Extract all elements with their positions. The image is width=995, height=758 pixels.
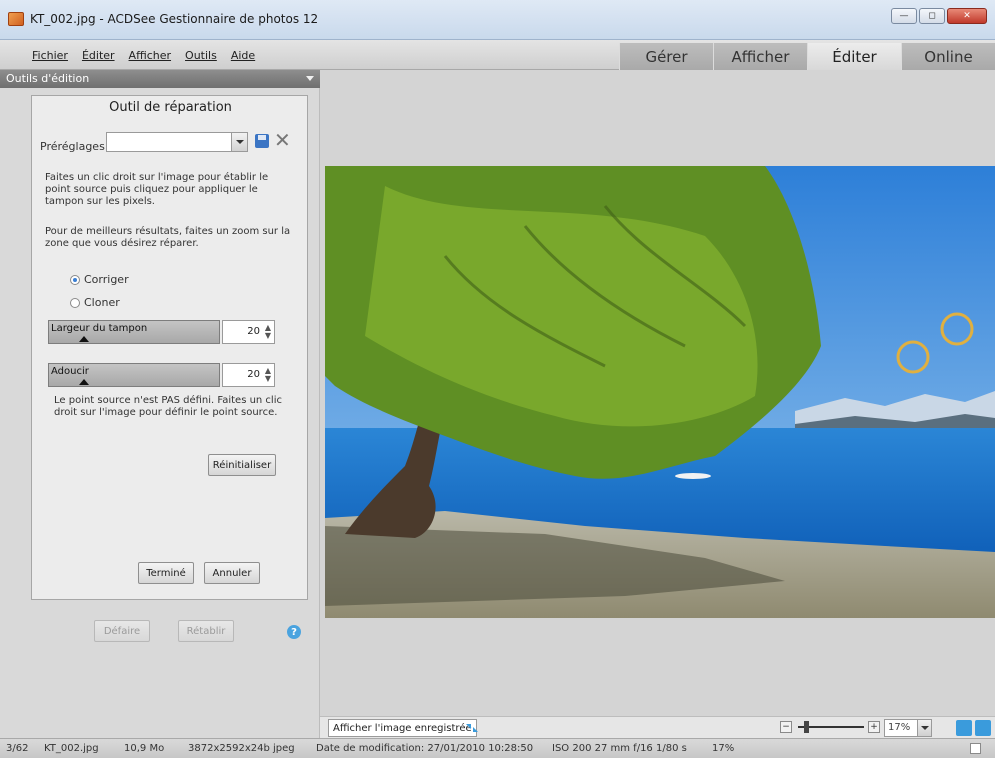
tab-online[interactable]: Online [901,43,995,70]
undo-button[interactable]: Défaire [94,620,150,642]
edit-tools-header[interactable]: Outils d'édition [0,70,320,88]
tab-editer[interactable]: Éditer [807,43,901,70]
boat [675,473,711,479]
compare-icon[interactable] [465,722,479,734]
status-bar: 3/62 KT_002.jpg 10,9 Mo 3872x2592x24b jp… [0,738,995,758]
photo-canvas[interactable] [325,166,995,618]
fit-image-icon[interactable] [956,720,972,736]
help-text-zoom: Pour de meilleurs résultats, faites un z… [45,226,291,249]
zoom-slider[interactable]: − + [780,721,880,735]
edit-tools-header-label: Outils d'édition [6,72,90,85]
feather-value: 20 [247,369,260,380]
show-saved-image-button[interactable]: Afficher l'image enregistrée [328,719,477,737]
cancel-button[interactable]: Annuler [204,562,260,584]
status-checkbox[interactable] [970,743,981,754]
chevron-down-icon[interactable] [917,720,931,736]
menu-outils[interactable]: Outils [185,49,217,62]
actual-size-icon[interactable] [975,720,991,736]
redo-button[interactable]: Rétablir [178,620,234,642]
done-button[interactable]: Terminé [138,562,194,584]
zoom-dropdown[interactable]: 17% [884,719,932,737]
zoom-out-button[interactable]: − [780,721,792,733]
radio-corriger[interactable]: Corriger [70,273,129,286]
reset-button[interactable]: Réinitialiser [208,454,276,476]
acdsee-app-icon [8,12,24,26]
viewer-toolbar: Afficher l'image enregistrée − + 17% [320,716,995,738]
menu-bar: Fichier Éditer Afficher Outils Aide Gére… [0,40,995,70]
minimize-button[interactable]: — [891,8,917,24]
chevron-down-icon[interactable] [306,76,314,81]
feather-input[interactable]: 20 ▲ ▼ [222,363,275,387]
main-menu: Fichier Éditer Afficher Outils Aide [32,49,255,62]
mode-tabs: Gérer Afficher Éditer Online [619,43,995,70]
radio-dot-selected[interactable] [70,274,80,285]
brush-width-value: 20 [247,326,260,337]
feather-slider[interactable]: Adoucir 20 ▲ ▼ [48,363,275,387]
tab-afficher[interactable]: Afficher [713,43,807,70]
help-text-source: Faites un clic droit sur l'image pour ét… [45,172,269,207]
presets-label: Préréglages [40,140,105,153]
tool-title: Outil de réparation [109,100,232,115]
brush-width-label: Largeur du tampon [51,323,148,334]
status-filename: KT_002.jpg [44,743,99,754]
menu-aide[interactable]: Aide [231,49,255,62]
source-point-note: Le point source n'est PAS défini. Faites… [54,395,282,418]
slider-thumb[interactable] [79,336,89,342]
menu-fichier[interactable]: Fichier [32,49,68,62]
tab-gerer[interactable]: Gérer [619,43,713,70]
delete-preset-icon[interactable]: ✕ [274,130,291,150]
window-controls: — ◻ ✕ [891,8,987,24]
status-index: 3/62 [6,743,29,754]
radio-dot[interactable] [70,297,80,308]
menu-editer[interactable]: Éditer [82,49,115,62]
feather-track[interactable]: Adoucir [48,363,220,387]
status-zoom: 17% [712,743,735,754]
chevron-down-icon[interactable] [231,133,247,151]
spinner-arrows-icon[interactable]: ▲ ▼ [265,324,271,340]
brush-width-slider[interactable]: Largeur du tampon 20 ▲ ▼ [48,320,275,344]
zoom-in-button[interactable]: + [868,721,880,733]
radio-cloner[interactable]: Cloner [70,296,120,309]
window-title: KT_002.jpg - ACDSee Gestionnaire de phot… [30,12,319,26]
feather-label: Adoucir [51,366,89,377]
status-filesize: 10,9 Mo [124,743,165,754]
close-button[interactable]: ✕ [947,8,987,24]
status-exif: ISO 200 27 mm f/16 1/80 s [552,743,687,754]
spinner-arrows-icon[interactable]: ▲ ▼ [265,367,271,383]
zoom-knob[interactable] [804,721,809,733]
slider-thumb[interactable] [79,379,89,385]
repair-tool-box: Outil de réparation Préréglages ✕ Faites… [31,95,308,600]
maximize-button[interactable]: ◻ [919,8,945,24]
save-preset-icon[interactable] [255,134,269,148]
status-modified: Date de modification: 27/01/2010 10:28:5… [316,743,534,754]
help-icon[interactable]: ? [287,625,301,639]
presets-dropdown[interactable] [106,132,248,152]
radio-label: Corriger [84,273,129,286]
brush-width-track[interactable]: Largeur du tampon [48,320,220,344]
title-bar: KT_002.jpg - ACDSee Gestionnaire de phot… [0,0,995,40]
zoom-value: 17% [888,722,911,733]
status-dimensions: 3872x2592x24b jpeg [188,743,295,754]
radio-label: Cloner [84,296,120,309]
menu-afficher[interactable]: Afficher [129,49,171,62]
brush-width-input[interactable]: 20 ▲ ▼ [222,320,275,344]
